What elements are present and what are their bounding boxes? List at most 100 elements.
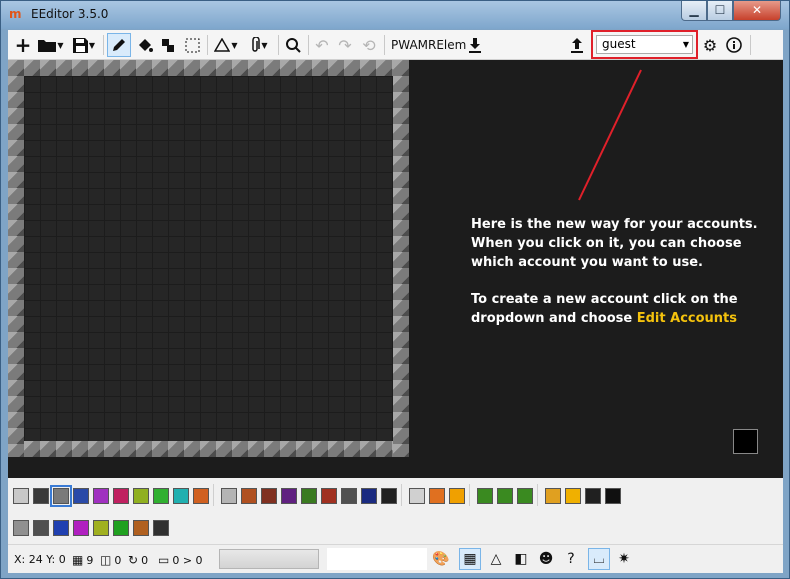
status-input[interactable] bbox=[327, 548, 427, 570]
world-viewport[interactable]: Here is the new way for your accounts. W… bbox=[8, 60, 783, 478]
palette-block[interactable] bbox=[477, 488, 493, 504]
toolbar-separator bbox=[207, 35, 208, 55]
room-name-label: PWAMRElem bbox=[391, 38, 467, 52]
palette-block[interactable] bbox=[73, 488, 89, 504]
palette-block[interactable] bbox=[153, 520, 169, 536]
action-blocks-icon[interactable]: △ bbox=[485, 548, 507, 570]
new-icon[interactable]: + bbox=[12, 33, 34, 57]
rotate-icon: ↻ bbox=[128, 553, 139, 567]
blocks-tab-icon[interactable]: ▦ bbox=[459, 548, 481, 570]
palette-block[interactable] bbox=[13, 488, 29, 504]
decorations-icon[interactable]: ◧ bbox=[510, 548, 532, 570]
palette-icon[interactable]: 🎨 bbox=[430, 548, 452, 570]
palette-block[interactable] bbox=[73, 520, 89, 536]
minimap[interactable] bbox=[733, 429, 758, 454]
toolbar-separator bbox=[308, 35, 309, 55]
palette-block[interactable] bbox=[50, 485, 72, 507]
palette-block[interactable] bbox=[517, 488, 533, 504]
palette-block[interactable] bbox=[33, 520, 49, 536]
palette-block[interactable] bbox=[301, 488, 317, 504]
portal-count-value: 0 bbox=[114, 553, 122, 567]
palette-block[interactable] bbox=[133, 520, 149, 536]
palette-separator bbox=[537, 484, 538, 506]
account-dropdown-highlight: guest ▼ bbox=[591, 30, 698, 59]
palette-block[interactable] bbox=[545, 488, 561, 504]
palette-block[interactable] bbox=[585, 488, 601, 504]
annotation-text: Here is the new way for your accounts. W… bbox=[471, 215, 771, 346]
block-count-icon: ▦ bbox=[72, 553, 84, 567]
help-icon[interactable]: ? bbox=[560, 548, 582, 570]
world-border-right bbox=[393, 60, 409, 457]
palette-block[interactable] bbox=[261, 488, 277, 504]
palette-block[interactable] bbox=[133, 488, 149, 504]
title-bar: m EEditor 3.5.0 ▁ ☐ ✕ bbox=[1, 1, 789, 29]
palette-block[interactable] bbox=[173, 488, 189, 504]
stamp-icon[interactable] bbox=[157, 33, 179, 57]
edit-accounts-highlight: Edit Accounts bbox=[636, 311, 737, 326]
npc-icon[interactable]: ☻ bbox=[535, 548, 557, 570]
palette-separator bbox=[213, 484, 214, 506]
palette-block[interactable] bbox=[361, 488, 377, 504]
palette-block[interactable] bbox=[341, 488, 357, 504]
info-icon[interactable] bbox=[723, 33, 745, 57]
toolbar-separator bbox=[278, 35, 279, 55]
palette-block[interactable] bbox=[321, 488, 337, 504]
world-border-bottom bbox=[8, 441, 409, 457]
palette-block[interactable] bbox=[409, 488, 425, 504]
replace-icon[interactable] bbox=[282, 33, 304, 57]
select-icon[interactable] bbox=[181, 33, 203, 57]
account-dropdown[interactable]: guest ▼ bbox=[596, 35, 693, 54]
minimize-button[interactable]: ▁ bbox=[681, 1, 707, 21]
palette-block[interactable] bbox=[33, 488, 49, 504]
palette-block[interactable] bbox=[221, 488, 237, 504]
download-icon[interactable] bbox=[464, 33, 486, 57]
effects-icon[interactable]: ✷ bbox=[613, 548, 635, 570]
world-border-top bbox=[8, 60, 409, 76]
open-folder-icon[interactable]: ▼ bbox=[36, 33, 66, 57]
attachment-icon[interactable]: ▼ bbox=[244, 33, 274, 57]
palette-block[interactable] bbox=[13, 520, 29, 536]
block-palette bbox=[8, 478, 783, 546]
palette-block[interactable] bbox=[497, 488, 513, 504]
palette-block[interactable] bbox=[53, 520, 69, 536]
palette-block[interactable] bbox=[281, 488, 297, 504]
close-button[interactable]: ✕ bbox=[733, 1, 781, 21]
maximize-button[interactable]: ☐ bbox=[707, 1, 733, 21]
palette-block[interactable] bbox=[605, 488, 621, 504]
shapes-icon[interactable]: ▼ bbox=[211, 33, 241, 57]
palette-block[interactable] bbox=[429, 488, 445, 504]
palette-block[interactable] bbox=[113, 520, 129, 536]
palette-block[interactable] bbox=[153, 488, 169, 504]
undo-icon[interactable]: ↶ bbox=[311, 33, 333, 57]
toolbar-separator bbox=[384, 35, 385, 55]
upload-icon[interactable] bbox=[566, 33, 588, 57]
palette-block[interactable] bbox=[381, 488, 397, 504]
world-canvas[interactable] bbox=[8, 60, 409, 457]
portal-count: ◫ 0 bbox=[100, 553, 121, 567]
block-count: ▦ 9 bbox=[72, 553, 93, 567]
progress-bar bbox=[219, 549, 319, 569]
client-area: + ▼ ▼ ▼ ▼ ↶ ↷ ⟲ PWAMRElem guest ▼ ⚙ Here… bbox=[8, 30, 783, 573]
spacebar-icon[interactable]: ⌴ bbox=[588, 548, 610, 570]
settings-icon[interactable]: ⚙ bbox=[699, 33, 721, 57]
palette-block[interactable] bbox=[449, 488, 465, 504]
palette-block[interactable] bbox=[241, 488, 257, 504]
annotation-line: When you click on it, you can choose bbox=[471, 236, 742, 251]
palette-separator bbox=[469, 484, 470, 506]
save-icon[interactable]: ▼ bbox=[69, 33, 99, 57]
chevron-down-icon: ▼ bbox=[682, 40, 689, 49]
annotation-line: To create a new account click on the bbox=[471, 292, 738, 307]
palette-block[interactable] bbox=[113, 488, 129, 504]
palette-block[interactable] bbox=[193, 488, 209, 504]
redo-icon[interactable]: ↷ bbox=[334, 33, 356, 57]
pencil-icon[interactable] bbox=[107, 33, 131, 57]
fill-bucket-icon[interactable] bbox=[134, 33, 156, 57]
palette-block[interactable] bbox=[93, 520, 109, 536]
palette-block[interactable] bbox=[93, 488, 109, 504]
label-count: ▭ 0 > 0 bbox=[158, 553, 203, 567]
app-logo-icon: m bbox=[9, 7, 22, 21]
palette-block[interactable] bbox=[565, 488, 581, 504]
block-count-value: 9 bbox=[86, 553, 94, 567]
palette-separator bbox=[401, 484, 402, 506]
history-icon[interactable]: ⟲ bbox=[358, 33, 380, 57]
